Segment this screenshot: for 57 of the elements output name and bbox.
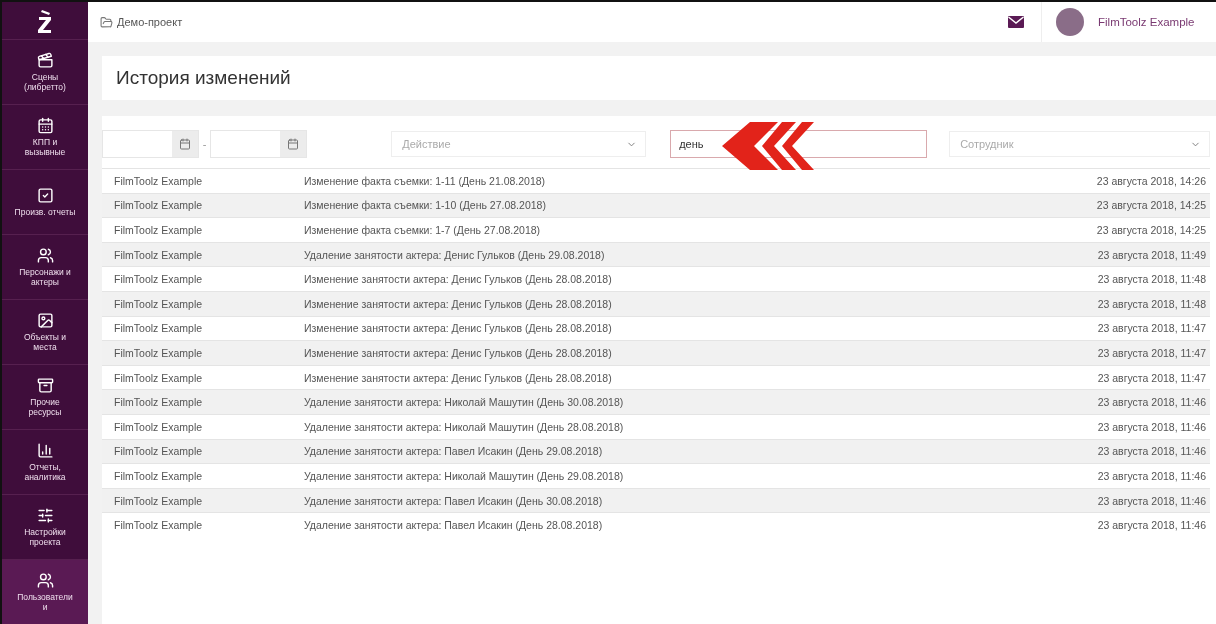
action-cell-text: Удаление занятости актера: Денис Гульков (День 29.08.2018) — [304, 248, 606, 261]
sidebar-item[interactable]: Произв. отчеты — [2, 169, 88, 234]
sidebar-item[interactable]: Пользователи и — [2, 559, 88, 624]
action-cell-text: Удаление занятости актера: Павел Исакин (День 30.08.2018) — [304, 494, 604, 507]
user-cell-text: FilmToolz Example — [113, 494, 204, 507]
date-cell-text: 23 августа 2018, 14:26 — [1096, 174, 1207, 187]
date-cell-text: 23 августа 2018, 11:46 — [1097, 494, 1207, 507]
date-cell-text: 23 августа 2018, 11:47 — [1097, 322, 1207, 335]
user-cell-text: FilmToolz Example — [113, 174, 204, 187]
sidebar-item[interactable]: Прочие ресурсы — [2, 364, 88, 429]
action-cell-text: Изменение факта съемки: 1-10 (День 27.08.2018) — [304, 199, 547, 212]
date-cell-text: 23 августа 2018, 11:48 — [1097, 273, 1207, 286]
user-cell-text: FilmToolz Example — [113, 297, 204, 310]
user-cell-text: FilmToolz Example — [113, 420, 204, 433]
action-cell-text: Изменение занятости актера: Денис Гульков (День 28.08.2018) — [304, 297, 613, 310]
date-cell-text: 23 августа 2018, 11:49 — [1097, 248, 1207, 261]
user-cell-text: FilmToolz Example — [113, 322, 204, 335]
action-cell-text: Изменение занятости актера: Денис Гульков (День 28.08.2018) — [304, 322, 613, 335]
action-cell-text: Изменение занятости актера: Денис Гульков (День 28.08.2018) — [304, 346, 613, 359]
user-cell-text: FilmToolz Example — [113, 224, 204, 236]
action-cell-text: Удаление занятости актера: Николай Машутин (День 28.08.2018) — [304, 420, 625, 433]
date-cell-text: 23 августа 2018, 11:48 — [1097, 297, 1207, 310]
date-cell-text: 23 августа 2018, 11:46 — [1097, 469, 1207, 482]
action-cell-text: Изменение факта съемки: 1-11 (День 21.08.2018) — [304, 174, 547, 187]
page-title: История изменений — [116, 67, 291, 89]
action-cell-text: Изменение занятости актера: Денис Гульков (День 28.08.2018) — [304, 371, 613, 384]
action-cell-text: Удаление занятости актера: Павел Исакин (День 29.08.2018) — [304, 445, 604, 458]
user-cell-text: FilmToolz Example — [113, 346, 204, 359]
sidebar-item[interactable]: Отчеты, аналитика — [2, 429, 88, 494]
user-cell-text: FilmToolz Example — [113, 469, 204, 482]
date-cell-text: 23 августа 2018, 14:25 — [1096, 224, 1207, 236]
user-cell-text: FilmToolz Example — [113, 371, 204, 384]
date-cell-text: 23 августа 2018, 11:46 — [1097, 519, 1207, 532]
date-cell-text: 23 августа 2018, 11:46 — [1097, 420, 1207, 433]
action-cell-text: Удаление занятости актера: Павел Исакин (День 28.08.2018) — [304, 519, 604, 532]
date-cell-text: 23 августа 2018, 11:46 — [1097, 396, 1207, 409]
user-cell-text: FilmToolz Example — [113, 248, 204, 261]
date-separator: - — [202, 138, 207, 150]
user-cell-text: FilmToolz Example — [113, 396, 204, 409]
user-name[interactable]: FilmToolz Example — [1098, 16, 1195, 28]
sidebar-item[interactable]: Объекты и места — [2, 299, 88, 364]
date-cell-text: 23 августа 2018, 14:25 — [1096, 199, 1207, 212]
user-cell-text: FilmToolz Example — [113, 273, 204, 286]
date-cell-text: 23 августа 2018, 11:47 — [1097, 371, 1207, 384]
date-cell-text: 23 августа 2018, 11:47 — [1097, 346, 1207, 359]
sidebar-item[interactable]: Сцены (либретто) — [2, 39, 88, 104]
action-cell-text: Изменение факта съемки: 1-7 (День 27.08.2018) — [304, 224, 542, 236]
user-cell-text: FilmToolz Example — [113, 199, 204, 212]
project-link[interactable]: Демо-проект — [117, 16, 183, 28]
user-cell-text: FilmToolz Example — [113, 519, 204, 532]
action-cell-text: Удаление занятости актера: Николай Машутин (День 29.08.2018) — [304, 469, 625, 482]
date-cell-text: 23 августа 2018, 11:46 — [1097, 445, 1207, 458]
sidebar-item[interactable]: Персонажи и актеры — [2, 234, 88, 299]
action-cell-text: Удаление занятости актера: Николай Машутин (День 30.08.2018) — [304, 396, 625, 409]
action-cell-text: Изменение занятости актера: Денис Гульков (День 28.08.2018) — [304, 273, 613, 286]
sidebar-item[interactable]: КПП и вызывные — [2, 104, 88, 169]
user-cell-text: FilmToolz Example — [113, 445, 204, 458]
